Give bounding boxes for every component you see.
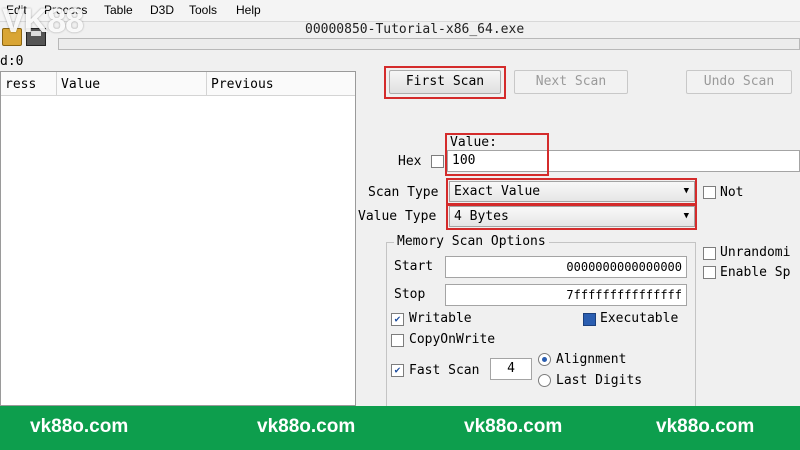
column-previous[interactable]: Previous [207, 72, 355, 96]
results-list[interactable]: ress Value Previous [0, 71, 356, 406]
results-header: ress Value Previous [1, 72, 355, 96]
copy-on-write-label: CopyOnWrite [409, 332, 496, 347]
menu-d3d[interactable]: D3D [150, 3, 174, 17]
alignment-radio[interactable] [538, 353, 551, 366]
unrandomizer-checkbox[interactable] [703, 247, 716, 260]
next-scan-button[interactable]: Next Scan [514, 70, 628, 94]
copy-on-write-checkbox[interactable] [391, 334, 404, 347]
alignment-label: Alignment [556, 352, 627, 367]
menu-table[interactable]: Table [104, 3, 133, 17]
column-value[interactable]: Value [57, 72, 207, 96]
executable-checkbox[interactable] [583, 313, 596, 326]
value-highlight [445, 133, 549, 176]
process-title: 00000850-Tutorial-x86_64.exe [305, 22, 525, 37]
footer-link-2[interactable]: vk88o.com [257, 416, 355, 438]
scan-progress-bar [58, 38, 800, 50]
start-label: Start [394, 259, 434, 274]
not-checkbox[interactable] [703, 186, 716, 199]
writable-checkbox[interactable]: ✔ [391, 313, 404, 326]
fast-scan-label: Fast Scan [409, 363, 480, 378]
last-digits-radio[interactable] [538, 374, 551, 387]
menu-bar: Edit Process Table D3D Tools Help [0, 0, 800, 22]
last-digits-label: Last Digits [556, 373, 643, 388]
fast-scan-checkbox[interactable]: ✔ [391, 364, 404, 377]
scan-type-highlight [446, 178, 697, 205]
start-address-input[interactable]: 0000000000000000 [445, 256, 687, 278]
enable-speedhack-label: Enable Sp [720, 265, 791, 280]
footer-link-3[interactable]: vk88o.com [464, 416, 562, 438]
footer-link-4[interactable]: vk88o.com [656, 416, 754, 438]
footer-link-1[interactable]: vk88o.com [30, 416, 128, 438]
memory-scan-options-title: Memory Scan Options [394, 234, 549, 249]
footer-banner: vk88o.com vk88o.com vk88o.com vk88o.com [0, 406, 800, 450]
value-type-highlight [446, 204, 697, 230]
stop-label: Stop [394, 287, 426, 302]
fast-scan-alignment-input[interactable]: 4 [490, 358, 532, 380]
value-type-label: Value Type [358, 209, 437, 224]
hex-checkbox[interactable] [431, 155, 444, 168]
menu-help[interactable]: Help [236, 3, 261, 17]
undo-scan-button[interactable]: Undo Scan [686, 70, 792, 94]
scan-type-label: Scan Type [368, 185, 439, 200]
toolbar: 00000850-Tutorial-x86_64.exe [0, 22, 800, 52]
first-scan-highlight [384, 66, 506, 99]
writable-label: Writable [409, 311, 472, 326]
not-label: Not [720, 185, 744, 200]
executable-label: Executable [600, 311, 679, 326]
column-address[interactable]: ress [1, 72, 57, 96]
found-count-label: d:0 [0, 54, 24, 69]
hex-label: Hex [398, 154, 422, 169]
stop-address-input[interactable]: 7fffffffffffffff [445, 284, 687, 306]
enable-speedhack-checkbox[interactable] [703, 266, 716, 279]
watermark-logo: VK88 [2, 2, 84, 40]
unrandomizer-label: Unrandomi [720, 245, 791, 260]
menu-tools[interactable]: Tools [189, 3, 217, 17]
